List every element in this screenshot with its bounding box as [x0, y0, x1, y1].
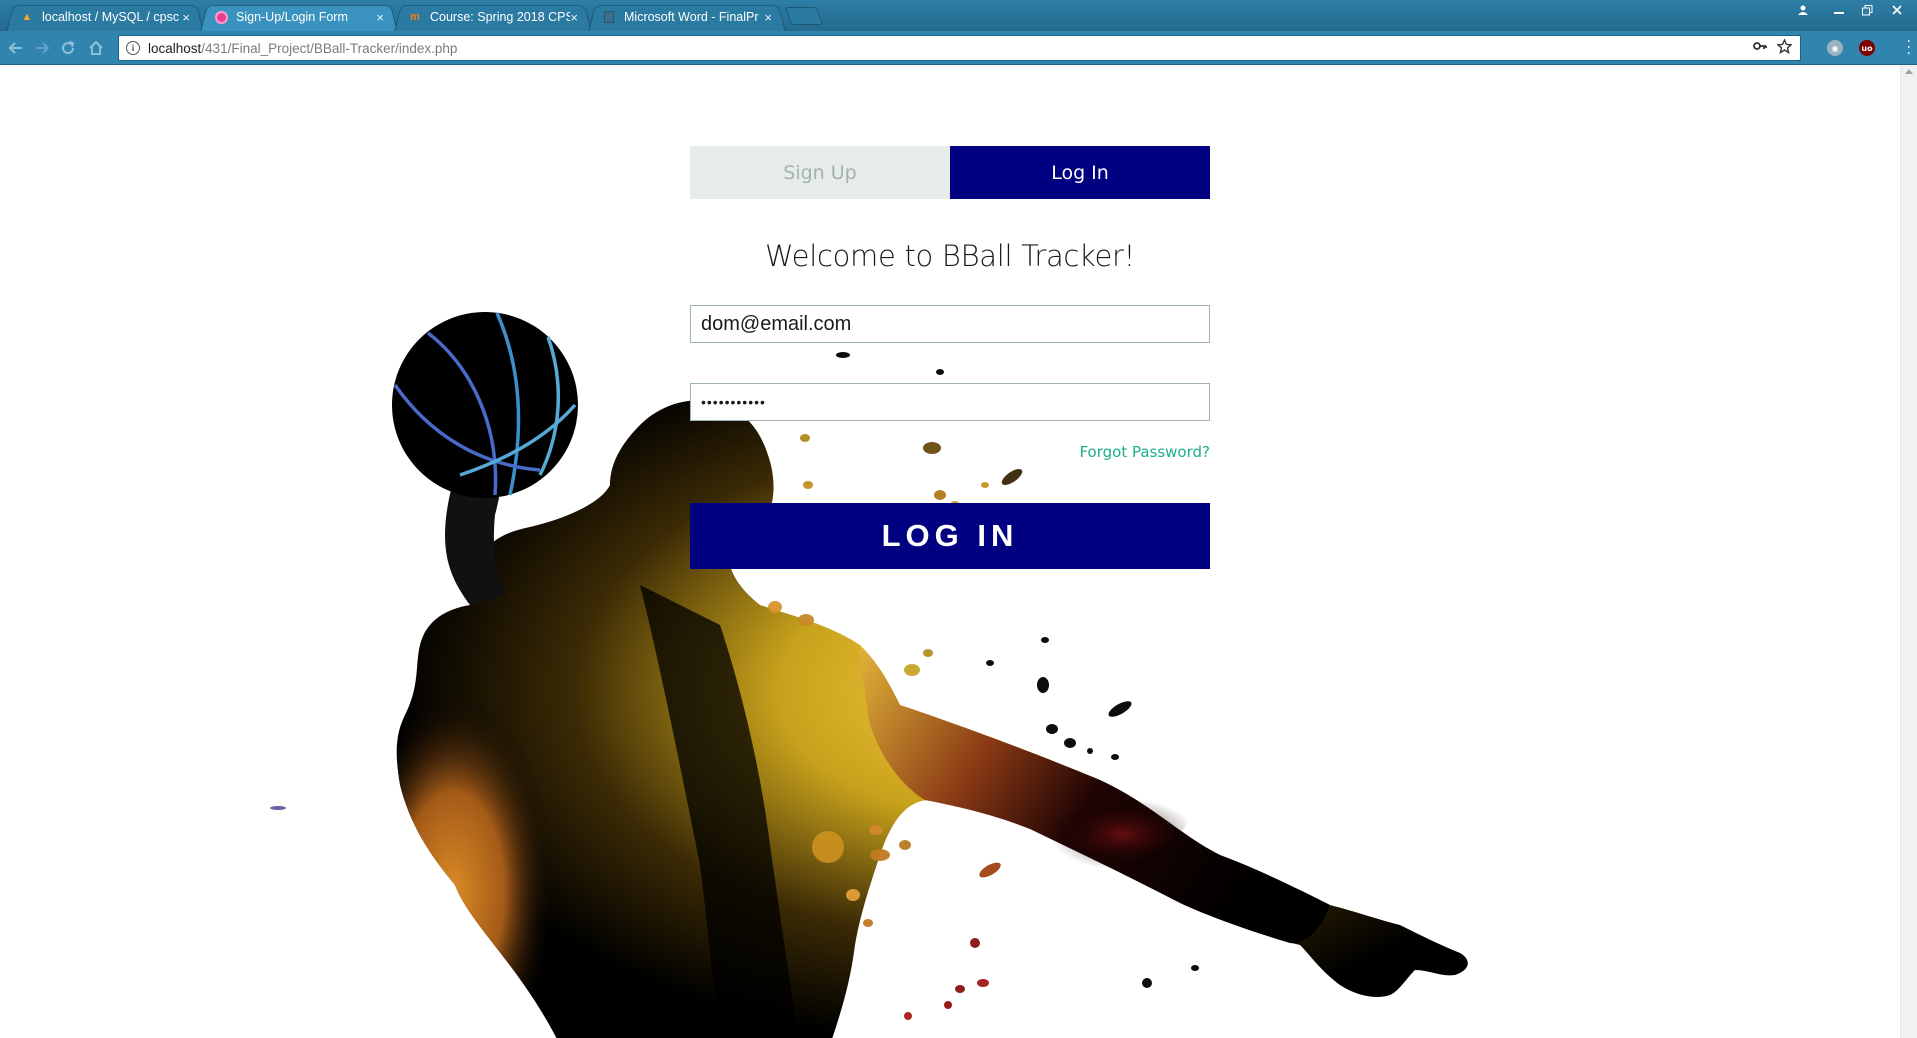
- scroll-up-arrow-icon[interactable]: [1905, 69, 1913, 74]
- browser-toolbar: i localhost/431/Final_Project/BBall-Trac…: [0, 31, 1917, 65]
- password-value: •••••••••••: [701, 394, 766, 410]
- page-scrollbar[interactable]: [1900, 65, 1917, 1038]
- key-icon[interactable]: [1753, 39, 1767, 58]
- close-icon[interactable]: ×: [764, 10, 772, 25]
- back-arrow-icon[interactable]: [6, 38, 26, 58]
- email-input[interactable]: dom@email.com: [690, 305, 1210, 343]
- reload-icon[interactable]: [58, 38, 78, 58]
- login-form: Sign Up Log In Welcome to BBall Tracker!…: [690, 146, 1210, 569]
- address-bar[interactable]: i localhost/431/Final_Project/BBall-Trac…: [118, 35, 1801, 61]
- url-host: localhost: [148, 40, 202, 56]
- phpmyadmin-icon: ▲: [21, 11, 33, 23]
- tab-title: localhost / MySQL / cpsc: [42, 10, 180, 24]
- tab-title: Microsoft Word - FinalPr: [624, 10, 759, 24]
- page-title: Welcome to BBall Tracker!: [764, 239, 1136, 273]
- forward-arrow-icon[interactable]: [32, 38, 52, 58]
- form-tabs: Sign Up Log In: [690, 146, 1210, 199]
- bookmark-star-icon[interactable]: [1776, 38, 1793, 58]
- tab-title: Sign-Up/Login Form: [236, 10, 348, 24]
- site-info-icon[interactable]: i: [126, 41, 140, 55]
- user-profile-icon[interactable]: [1790, 0, 1816, 20]
- restore-icon[interactable]: [1854, 0, 1880, 20]
- password-input[interactable]: •••••••••••: [690, 383, 1210, 421]
- browser-tab-course[interactable]: m Course: Spring 2018 CPSC ×: [394, 3, 590, 31]
- close-icon[interactable]: ×: [376, 10, 384, 25]
- url-path: /431/Final_Project/BBall-Tracker/index.p…: [201, 40, 458, 56]
- browser-tab-word[interactable]: Microsoft Word - FinalPr ×: [588, 3, 784, 31]
- codepen-icon: [214, 10, 228, 24]
- browser-tab-signup-login[interactable]: Sign-Up/Login Form ×: [200, 3, 396, 31]
- browser-tab-phpmyadmin[interactable]: ▲ localhost / MySQL / cpsc ×: [6, 3, 202, 31]
- moodle-icon: m: [410, 11, 420, 23]
- url-text[interactable]: localhost/431/Final_Project/BBall-Tracke…: [148, 41, 457, 56]
- email-value: dom@email.com: [701, 312, 852, 335]
- home-icon[interactable]: [86, 38, 106, 58]
- forgot-password-link[interactable]: Forgot Password?: [690, 443, 1210, 461]
- basketball-icon: [392, 312, 578, 498]
- tab-title: Course: Spring 2018 CPSC: [430, 10, 570, 24]
- new-tab-button[interactable]: [784, 7, 824, 25]
- browser-tab-strip: ▲ localhost / MySQL / cpsc × Sign-Up/Log…: [0, 0, 1917, 31]
- tab-sign-up[interactable]: Sign Up: [690, 146, 950, 199]
- minimize-icon[interactable]: [1826, 0, 1852, 20]
- page-viewport: Sign Up Log In Welcome to BBall Tracker!…: [0, 65, 1917, 1038]
- close-icon[interactable]: ×: [570, 10, 578, 25]
- chrome-menu-icon[interactable]: · · ·: [1907, 35, 1911, 61]
- document-icon: [602, 10, 616, 24]
- tab-log-in[interactable]: Log In: [950, 146, 1210, 199]
- login-button[interactable]: LOG IN: [690, 503, 1210, 569]
- ublock-origin-icon[interactable]: uo: [1859, 40, 1875, 56]
- close-icon[interactable]: ×: [182, 10, 190, 25]
- close-window-icon[interactable]: [1884, 0, 1910, 20]
- extension-ghost-icon[interactable]: ◉: [1827, 40, 1843, 56]
